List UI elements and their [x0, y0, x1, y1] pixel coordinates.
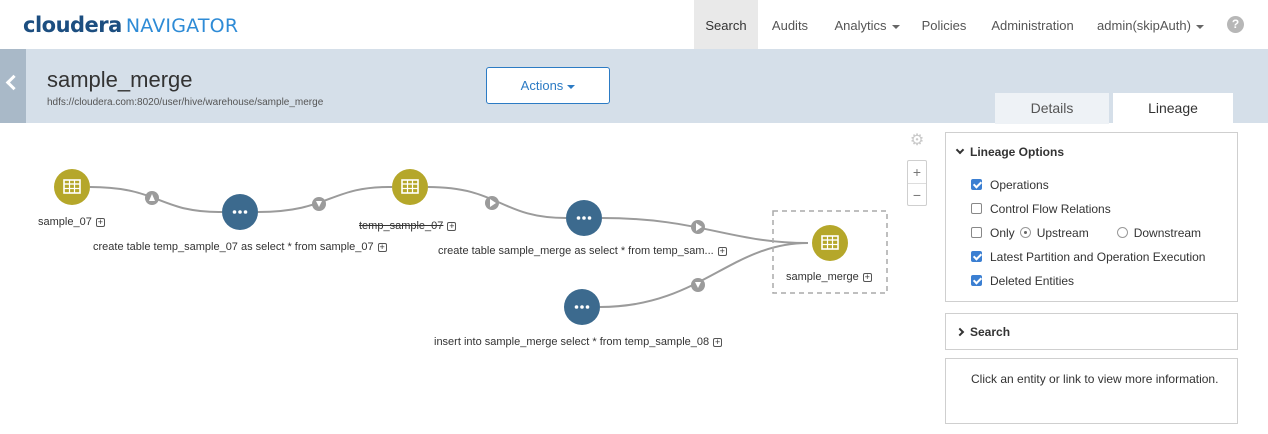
option-label: Upstream — [1036, 226, 1089, 240]
node-label-text: create table temp_sample_07 as select * … — [93, 241, 374, 253]
zoom-out-button[interactable]: − — [908, 183, 926, 205]
lineage-options-panel: Lineage Options Operations Control Flow … — [945, 132, 1238, 302]
table-label-sample-merge[interactable]: sample_merge + — [786, 271, 872, 283]
option-label: Only — [990, 226, 1015, 240]
nav-administration[interactable]: Administration — [985, 0, 1080, 49]
node-label-text: sample_07 — [38, 216, 92, 228]
operation-label-op1[interactable]: create table temp_sample_07 as select * … — [93, 241, 387, 253]
nav-audits-label: Audits — [771, 18, 809, 33]
nav-analytics-label: Analytics — [834, 18, 887, 33]
nav-policies-label: Policies — [921, 18, 967, 33]
option-label: Deleted Entities — [990, 274, 1075, 288]
only-checkbox[interactable] — [971, 227, 982, 238]
chevron-down-icon — [1195, 24, 1204, 29]
node-label-text: insert into sample_merge select * from t… — [434, 336, 710, 348]
operation-label-op2[interactable]: create table sample_merge as select * fr… — [438, 245, 727, 257]
option-deleted-entities[interactable]: Deleted Entities — [971, 273, 1074, 289]
chevron-down-icon — [567, 84, 576, 89]
node-label-text: temp_sample_07 — [359, 220, 444, 232]
search-panel[interactable]: Search — [945, 313, 1238, 350]
expand-icon[interactable]: + — [862, 272, 872, 282]
panel-title: Lineage Options — [970, 145, 1065, 159]
upstream-radio[interactable] — [1019, 227, 1031, 238]
option-latest-partition[interactable]: Latest Partition and Operation Execution — [971, 249, 1205, 265]
operation-label-op3[interactable]: insert into sample_merge select * from t… — [434, 336, 723, 348]
table-node-sample-07 — [54, 169, 90, 205]
nav-analytics[interactable]: Analytics — [825, 0, 909, 49]
nav-search-label: Search — [705, 18, 747, 33]
nav-search[interactable]: Search — [694, 0, 758, 49]
product-name: NAVIGATOR — [125, 15, 239, 37]
nav-audits[interactable]: Audits — [762, 0, 818, 49]
deleted-entities-checkbox[interactable] — [971, 275, 982, 286]
tab-lineage[interactable]: Lineage — [1113, 93, 1233, 124]
option-label: Control Flow Relations — [990, 202, 1111, 216]
zoom-in-button[interactable]: + — [908, 161, 926, 183]
entity-info-panel: Click an entity or link to view more inf… — [945, 358, 1238, 424]
option-operations[interactable]: Operations — [971, 177, 1049, 193]
chevron-left-icon — [5, 74, 22, 91]
panel-title: Search — [970, 325, 1011, 339]
nav-policies[interactable]: Policies — [914, 0, 974, 49]
option-control-flow[interactable]: Control Flow Relations — [971, 201, 1111, 217]
expand-icon[interactable]: + — [717, 246, 727, 256]
gear-icon[interactable]: ⚙ — [909, 133, 925, 149]
operation-node-op1 — [222, 194, 258, 230]
help-icon[interactable]: ? — [1227, 16, 1244, 33]
control-flow-checkbox[interactable] — [971, 203, 982, 214]
search-panel-header[interactable]: Search — [955, 325, 1011, 339]
edge-op1-table2 — [257, 185, 393, 213]
operations-checkbox[interactable] — [971, 179, 982, 190]
expand-icon[interactable]: + — [447, 221, 457, 231]
cloudera-navigator-logo[interactable]: cloudera NAVIGATOR — [23, 12, 238, 39]
nav-administration-label: Administration — [991, 18, 1074, 33]
chevron-down-icon — [955, 145, 965, 155]
zoom-control: + − — [907, 160, 927, 206]
table-node-temp-sample-07 — [392, 169, 428, 205]
expand-icon[interactable]: + — [377, 242, 387, 252]
chevron-right-icon — [955, 327, 965, 337]
lineage-canvas[interactable]: sample_07 + create table temp_sample_07 a… — [0, 123, 940, 434]
back-button[interactable] — [0, 49, 26, 123]
page-title: sample_merge — [47, 67, 193, 92]
table-node-sample-merge — [812, 225, 848, 261]
actions-button[interactable]: Actions — [486, 67, 610, 104]
operation-node-op3 — [564, 289, 600, 325]
option-label: Downstream — [1133, 226, 1202, 240]
table-label-temp-sample-07[interactable]: temp_sample_07 + — [359, 220, 457, 232]
node-label-text: create table sample_merge as select * fr… — [438, 245, 714, 257]
brand-name: cloudera — [23, 13, 122, 37]
option-direction: Only Upstream Downstream — [971, 225, 1201, 241]
user-name: admin(skipAuth) — [1097, 18, 1191, 33]
node-label-text: sample_merge — [786, 271, 859, 283]
table-label-sample-07[interactable]: sample_07 + — [38, 216, 105, 228]
entity-header: sample_merge hdfs://cloudera.com:8020/us… — [0, 49, 1268, 124]
expand-icon[interactable]: + — [95, 217, 105, 227]
entity-path: hdfs://cloudera.com:8020/user/hive/wareh… — [47, 97, 324, 108]
actions-button-label: Actions — [520, 78, 564, 93]
lineage-options-header[interactable]: Lineage Options — [955, 145, 1065, 159]
option-label: Latest Partition and Operation Execution — [990, 250, 1206, 264]
option-label: Operations — [990, 178, 1049, 192]
downstream-radio[interactable] — [1116, 227, 1128, 238]
chevron-down-icon — [891, 24, 900, 29]
top-navbar: cloudera NAVIGATOR Search Audits Analytic… — [0, 0, 1268, 49]
expand-icon[interactable]: + — [713, 337, 723, 347]
operation-node-op2 — [566, 200, 602, 236]
nav-user-menu[interactable]: admin(skipAuth) — [1092, 0, 1209, 49]
tab-details[interactable]: Details — [995, 93, 1109, 124]
latest-partition-checkbox[interactable] — [971, 251, 982, 262]
edge-op2-target — [601, 217, 809, 244]
info-message: Click an entity or link to view more inf… — [971, 372, 1219, 386]
